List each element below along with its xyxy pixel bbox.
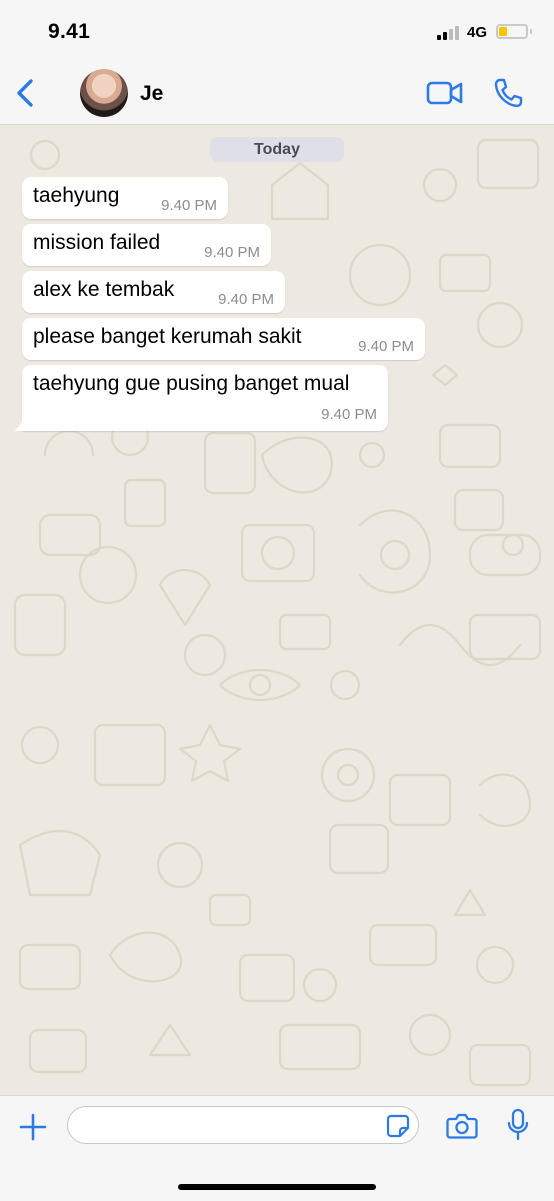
message-time: 9.40 PM <box>161 197 217 214</box>
contact-name[interactable]: Je <box>140 82 163 106</box>
bubble-tail <box>14 415 24 431</box>
message-input-bar <box>0 1095 554 1201</box>
video-call-button[interactable] <box>426 78 464 108</box>
sticker-button[interactable] <box>386 1114 410 1138</box>
sticker-icon <box>386 1114 410 1138</box>
message-time: 9.40 PM <box>358 338 414 355</box>
camera-icon <box>446 1113 478 1139</box>
message-time: 9.40 PM <box>218 291 274 308</box>
message-text: taehyung <box>33 184 120 207</box>
network-type: 4G <box>467 24 488 41</box>
message-text: please banget kerumah sakit <box>33 325 302 348</box>
battery-nub <box>530 29 532 34</box>
message-text: alex ke tembak <box>33 278 175 301</box>
video-camera-icon <box>426 81 463 105</box>
message-bubble[interactable]: mission failed 9.40 PM <box>22 224 271 266</box>
status-bar: 9.41 4G <box>0 0 554 62</box>
message-bubble[interactable]: taehyung 9.40 PM <box>22 177 228 219</box>
message-time: 9.40 PM <box>204 244 260 261</box>
signal-strength-icon <box>437 26 463 40</box>
voice-call-button[interactable] <box>492 76 524 110</box>
microphone-button[interactable] <box>506 1108 530 1142</box>
camera-button[interactable] <box>446 1112 478 1140</box>
message-bubble[interactable]: alex ke tembak 9.40 PM <box>22 271 285 313</box>
home-indicator <box>178 1184 376 1190</box>
message-text: mission failed <box>33 231 161 254</box>
message-bubble[interactable]: please banget kerumah sakit 9.40 PM <box>22 318 425 360</box>
phone-icon <box>494 78 523 108</box>
chat-area[interactable]: Today taehyung 9.40 PM mission failed 9.… <box>0 125 554 1095</box>
chevron-left-icon <box>17 79 33 107</box>
message-text: taehyung gue pusing banget mual <box>33 372 350 395</box>
battery-icon <box>496 24 528 39</box>
message-input[interactable] <box>67 1106 419 1144</box>
status-time: 9.41 <box>48 20 91 43</box>
attach-button[interactable] <box>18 1112 48 1142</box>
date-badge: Today <box>210 137 344 162</box>
avatar[interactable] <box>80 69 128 117</box>
chat-header: Je <box>0 62 554 125</box>
microphone-icon <box>507 1108 529 1141</box>
back-button[interactable] <box>12 76 42 110</box>
message-bubble[interactable]: taehyung gue pusing banget mual 9.40 PM <box>14 365 388 431</box>
plus-icon <box>19 1113 47 1141</box>
message-time: 9.40 PM <box>321 406 377 423</box>
